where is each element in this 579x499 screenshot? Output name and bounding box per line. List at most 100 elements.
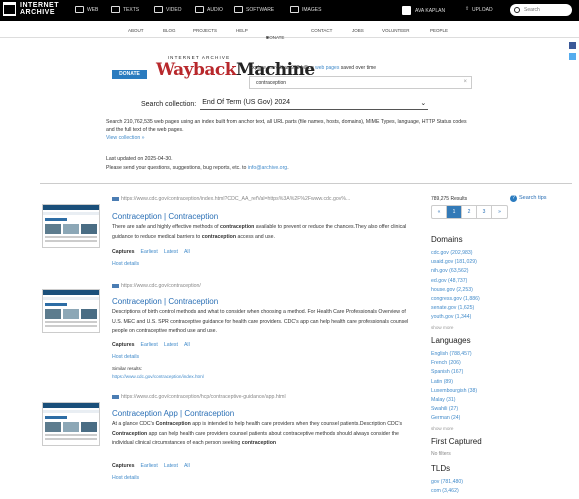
result-snippet: At a glance CDC's Contraception app is i… <box>112 420 412 449</box>
logo-way: Wayback <box>156 60 237 80</box>
host-details-link[interactable]: Host details <box>112 261 139 267</box>
subnav-contact[interactable]: CONTACT <box>311 28 332 33</box>
tlds-heading: TLDs <box>431 464 451 473</box>
search-tips-link[interactable]: ? Search tips <box>510 195 547 202</box>
internet-archive-logo[interactable]: INTERNET ARCHIVE <box>3 2 59 16</box>
user-menu[interactable]: AVA KAPLAN <box>402 6 445 15</box>
top-nav-bar: INTERNET ARCHIVE WEB TEXTS VIDEO AUDIO S… <box>0 0 579 21</box>
heart-icon: ♥ <box>266 35 269 40</box>
host-details-link[interactable]: Host details <box>112 475 139 481</box>
search-collection: Search collection: End Of Term (US Gov) … <box>141 99 429 110</box>
page-next[interactable]: » <box>492 206 507 218</box>
snippet-highlight: contraception <box>241 440 277 446</box>
facet-item[interactable]: Latin (89) <box>431 378 477 387</box>
facet-item[interactable]: youth.gov (1,344) <box>431 313 480 322</box>
nav-texts[interactable]: TEXTS <box>111 6 139 13</box>
result-title[interactable]: Contraception | Contraception <box>112 297 218 306</box>
languages-show-more[interactable]: show more <box>431 424 477 433</box>
earliest-link[interactable]: Earliest <box>141 463 158 469</box>
latest-link[interactable]: Latest <box>164 249 178 255</box>
page-2[interactable]: 2 <box>462 206 477 218</box>
subnav-blog[interactable]: BLOG <box>163 28 176 33</box>
wayback-search-input[interactable]: contraception × <box>249 76 472 89</box>
upload-icon: ⇧ <box>465 6 470 12</box>
page-1[interactable]: 1 <box>447 206 462 218</box>
link-icon <box>112 394 119 399</box>
facet-item[interactable]: Spanish (167) <box>431 368 477 377</box>
facet-item[interactable]: ed.gov (48,737) <box>431 277 480 286</box>
result-thumbnail[interactable] <box>42 289 100 333</box>
result-snippet: There are safe and highly effective meth… <box>112 223 412 242</box>
subnav-projects[interactable]: PROJECTS <box>193 28 217 33</box>
nav-video[interactable]: VIDEO <box>154 6 182 13</box>
result-url[interactable]: https://www.cdc.gov/contraception/index.… <box>112 196 350 202</box>
all-link[interactable]: All <box>184 463 190 469</box>
subnav-jobs[interactable]: JOBS <box>352 28 364 33</box>
facet-item[interactable]: nih.gov (63,562) <box>431 267 480 276</box>
languages-heading: Languages <box>431 336 471 345</box>
nav-audio[interactable]: AUDIO <box>195 6 223 13</box>
search-icon <box>514 7 520 13</box>
top-search-input[interactable] <box>524 7 568 13</box>
feedback-email-link[interactable]: info@archive.org <box>248 165 287 171</box>
result-url[interactable]: https://www.cdc.gov/contraception/ <box>112 283 201 289</box>
facet-item[interactable]: gov (781,480) <box>431 478 463 487</box>
subnav-people[interactable]: PEOPLE <box>430 28 448 33</box>
facet-item[interactable]: senate.gov (1,625) <box>431 304 480 313</box>
facet-item[interactable]: Malay (31) <box>431 396 477 405</box>
facebook-icon[interactable] <box>569 42 576 49</box>
nav-software[interactable]: SOFTWARE <box>234 6 274 13</box>
nav-web[interactable]: WEB <box>75 6 98 13</box>
all-link[interactable]: All <box>184 249 190 255</box>
facet-item[interactable]: congress.gov (1,886) <box>431 295 480 304</box>
latest-link[interactable]: Latest <box>164 342 178 348</box>
wayback-machine-logo[interactable]: INTERNET ARCHIVE WaybackMachine <box>156 55 315 80</box>
clear-icon[interactable]: × <box>463 79 467 85</box>
upload-button[interactable]: ⇧ UPLOAD <box>462 6 493 14</box>
all-link[interactable]: All <box>184 342 190 348</box>
result-thumbnail[interactable] <box>42 402 100 446</box>
facet-item[interactable]: cdc.gov (202,983) <box>431 249 480 258</box>
facet-item[interactable]: house.gov (2,253) <box>431 286 480 295</box>
subnav-about[interactable]: ABOUT <box>128 28 144 33</box>
host-details-link[interactable]: Host details <box>112 354 139 360</box>
facet-item[interactable]: German (24) <box>431 414 477 423</box>
facet-item[interactable]: com (3,462) <box>431 487 463 496</box>
result-capture-links: Captures Earliest Latest All <box>112 342 190 348</box>
page-prev[interactable]: « <box>432 206 447 218</box>
similar-result-link[interactable]: https://www.cdc.gov/contraception/index.… <box>112 374 204 379</box>
facet-item[interactable]: usaid.gov (181,029) <box>431 258 480 267</box>
subnav-help[interactable]: HELP <box>236 28 248 33</box>
view-collection-link[interactable]: View collection » <box>106 135 145 141</box>
domains-heading: Domains <box>431 235 463 244</box>
web-icon <box>75 6 84 13</box>
page-3[interactable]: 3 <box>477 206 492 218</box>
facet-item[interactable]: French (206) <box>431 359 477 368</box>
speaker-icon <box>195 6 204 13</box>
collection-select[interactable]: End Of Term (US Gov) 2024 ⌄ <box>200 99 429 110</box>
domains-show-more[interactable]: show more <box>431 323 480 332</box>
facet-item[interactable]: Luxembourgish (38) <box>431 387 477 396</box>
snippet-text: access and use. <box>236 233 275 240</box>
facet-item[interactable]: Swahili (27) <box>431 405 477 414</box>
book-icon <box>111 6 120 13</box>
earliest-link[interactable]: Earliest <box>141 249 158 255</box>
snippet-text: There are safe and highly effective meth… <box>112 224 221 230</box>
result-title[interactable]: Contraception App | Contraception <box>112 409 234 418</box>
result-title[interactable]: Contraception | Contraception <box>112 212 218 221</box>
twitter-icon[interactable] <box>569 53 576 60</box>
nav-images[interactable]: IMAGES <box>290 6 321 13</box>
facet-item[interactable]: English (788,457) <box>431 350 477 359</box>
result-thumbnail[interactable] <box>42 204 100 248</box>
result-url[interactable]: https://www.cdc.gov/contraception/hcp/co… <box>112 394 286 400</box>
top-search-box[interactable] <box>510 4 572 16</box>
first-captured-heading: First Captured <box>431 437 482 446</box>
latest-link[interactable]: Latest <box>164 463 178 469</box>
subnav-volunteer[interactable]: VOLUNTEER <box>382 28 410 33</box>
web-pages-link[interactable]: web pages <box>315 65 339 71</box>
snippet-highlight: contraception <box>201 233 236 240</box>
earliest-link[interactable]: Earliest <box>141 342 158 348</box>
snippet-text: Descriptions of birth control methods an… <box>112 309 409 334</box>
donate-button[interactable]: DONATE <box>112 70 147 79</box>
share-icons <box>569 42 576 64</box>
